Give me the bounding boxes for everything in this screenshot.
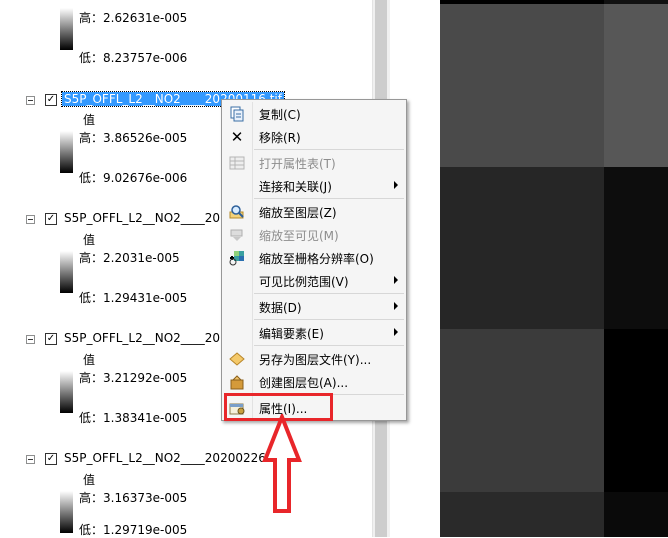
color-ramp[interactable] <box>60 371 73 413</box>
high-value: 高：3.16373e-005 <box>79 491 188 505</box>
submenu-arrow-icon <box>394 328 398 336</box>
menu-item-zoom-to-layer[interactable]: 缩放至图层(Z) <box>222 200 406 223</box>
menu-item-zoom-to-raster-resolution[interactable]: 缩放至栅格分辨率(O) <box>222 246 406 269</box>
high-value: 高：3.21292e-005 <box>79 371 188 385</box>
remove-x-icon: ✕ <box>230 128 244 146</box>
low-value: 低：8.23757e-006 <box>79 51 188 65</box>
low-value: 低：1.29431e-005 <box>79 291 188 305</box>
menu-item-remove[interactable]: ✕ 移除(R) <box>222 125 406 148</box>
value-label: 值 <box>83 473 96 487</box>
menu-item-save-as-layer-file[interactable]: 另存为图层文件(Y)... <box>222 347 406 370</box>
menu-item-edit-features[interactable]: 编辑要素(E) <box>222 321 406 344</box>
menu-item-label: 移除(R) <box>259 131 301 145</box>
menu-separator <box>254 149 404 150</box>
raster-cell <box>440 4 604 167</box>
color-ramp[interactable] <box>60 491 73 533</box>
menu-item-label: 缩放至可见(M) <box>259 229 339 243</box>
menu-item-label: 编辑要素(E) <box>259 327 324 341</box>
menu-item-label: 另存为图层文件(Y)... <box>259 353 372 367</box>
layer-context-menu: 复制(C) ✕ 移除(R) 打开属性表(T) 连接和关联(J) 缩放至图层(Z)… <box>221 99 407 421</box>
menu-separator <box>254 198 404 199</box>
submenu-arrow-icon <box>394 302 398 310</box>
raster-map-view[interactable] <box>440 0 668 537</box>
layer-name[interactable]: S5P_OFFL_L2__NO2____2020 <box>64 331 235 345</box>
menu-item-label: 缩放至图层(Z) <box>259 206 337 220</box>
menu-item-copy[interactable]: 复制(C) <box>222 102 406 125</box>
menu-item-data[interactable]: 数据(D) <box>222 295 406 318</box>
high-value: 高：2.62631e-005 <box>79 11 188 25</box>
high-value: 高：2.2031e-005 <box>79 251 180 265</box>
collapse-toggle[interactable] <box>26 335 35 344</box>
menu-item-label: 打开属性表(T) <box>259 157 336 171</box>
zoom-raster-icon <box>229 250 245 266</box>
raster-cell <box>440 329 604 492</box>
low-value: 低：1.29719e-005 <box>79 523 188 537</box>
layer-visibility-checkbox[interactable]: ✓ <box>45 213 57 225</box>
raster-cell <box>604 329 668 492</box>
collapse-toggle[interactable] <box>26 455 35 464</box>
menu-item-label: 复制(C) <box>259 108 301 122</box>
submenu-arrow-icon <box>394 276 398 284</box>
zoom-layer-icon <box>229 204 245 220</box>
raster-cell <box>604 167 668 329</box>
layer-file-icon <box>229 351 245 367</box>
color-ramp <box>60 8 73 50</box>
menu-item-label: 可见比例范围(V) <box>259 275 349 289</box>
collapse-toggle[interactable] <box>26 215 35 224</box>
layer-visibility-checkbox[interactable]: ✓ <box>45 94 57 106</box>
submenu-arrow-icon <box>394 181 398 189</box>
menu-item-visible-scale-range[interactable]: 可见比例范围(V) <box>222 269 406 292</box>
menu-item-label: 连接和关联(J) <box>259 180 332 194</box>
value-label: 值 <box>83 353 96 367</box>
menu-separator <box>254 345 404 346</box>
menu-separator <box>254 293 404 294</box>
value-label: 值 <box>83 233 96 247</box>
layer-name[interactable]: S5P_OFFL_L2__NO2____20200226.tif <box>64 451 282 465</box>
menu-item-label: 缩放至栅格分辨率(O) <box>259 252 374 266</box>
layer-name[interactable]: S5P_OFFL_L2__NO2____2020 <box>64 211 235 225</box>
low-value: 低：1.38341e-005 <box>79 411 188 425</box>
menu-item-open-attribute-table[interactable]: 打开属性表(T) <box>222 151 406 174</box>
layer-visibility-checkbox[interactable]: ✓ <box>45 333 57 345</box>
value-label: 值 <box>83 113 96 127</box>
color-ramp[interactable] <box>60 251 73 293</box>
menu-item-create-layer-package[interactable]: 创建图层包(A)... <box>222 370 406 393</box>
raster-cell <box>604 4 668 167</box>
collapse-toggle[interactable] <box>26 96 35 105</box>
table-icon <box>229 155 245 171</box>
menu-item-label: 创建图层包(A)... <box>259 376 349 390</box>
raster-cell <box>440 492 604 537</box>
layer-visibility-checkbox[interactable]: ✓ <box>45 453 57 465</box>
copy-icon <box>229 106 245 122</box>
high-value: 高：3.86526e-005 <box>79 131 188 145</box>
menu-item-label: 数据(D) <box>259 301 302 315</box>
low-value: 低：9.02676e-006 <box>79 171 188 185</box>
zoom-visible-icon <box>229 227 245 243</box>
menu-separator <box>254 319 404 320</box>
color-ramp[interactable] <box>60 131 73 173</box>
red-up-arrow-annotation <box>262 414 302 513</box>
raster-cell <box>440 167 604 329</box>
raster-cell <box>604 492 668 537</box>
menu-item-joins-relates[interactable]: 连接和关联(J) <box>222 174 406 197</box>
layer-package-icon <box>229 374 245 390</box>
menu-item-zoom-to-visible[interactable]: 缩放至可见(M) <box>222 223 406 246</box>
